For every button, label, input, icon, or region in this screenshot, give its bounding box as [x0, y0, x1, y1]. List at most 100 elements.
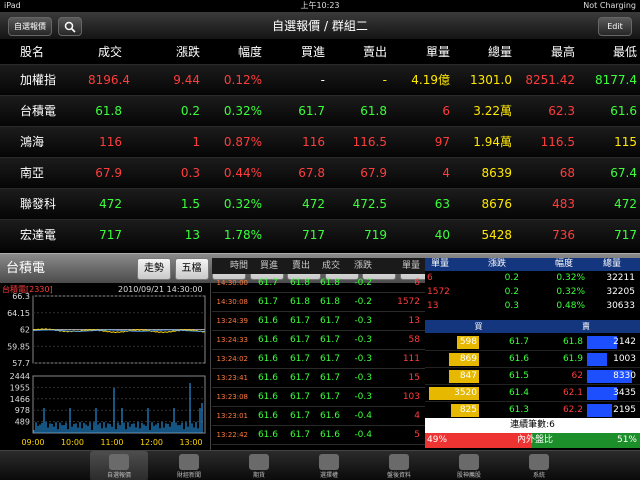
column-header[interactable]: 最高 — [520, 40, 575, 64]
edit-button[interactable]: Edit — [598, 17, 632, 36]
tick-cell: -0.3 — [354, 354, 372, 364]
price-tick-label: 62 — [20, 326, 30, 335]
quote-panel: 單量 漲跌 幅度 總量 6 0.2 0.32% 32211 1572 0.2 0.32% 32205… — [425, 258, 640, 450]
quote-total: 3.22萬 — [473, 104, 512, 118]
tick-cell: 15 — [408, 373, 420, 383]
detail-tab[interactable]: 走勢 — [137, 258, 171, 280]
stock-name: 南亞 — [20, 166, 45, 180]
quote-row[interactable]: 宏達電 717 13 1.78% 717 719 40 5428 736 717 — [0, 219, 640, 250]
qp-cell: 32205 — [606, 287, 635, 297]
tab-tv[interactable]: 財經新聞 — [160, 451, 218, 480]
qp-col-header: 幅度 — [554, 259, 573, 269]
stock-name: 宏達電 — [20, 228, 57, 242]
quote-row[interactable]: 鴻海 116 1 0.87% 116 116.5 97 1.94萬 116.5 115 — [0, 126, 640, 157]
tick-cell: -0.2 — [354, 297, 372, 307]
column-header[interactable]: 漲跌 — [148, 40, 200, 64]
tick-cell: 61.7 — [319, 335, 340, 345]
tab-person[interactable]: 自選報價 — [90, 451, 148, 480]
tick-cell: 61.8 — [319, 278, 340, 288]
tick-col-header: 成交 — [321, 261, 340, 271]
clock: 上午10:23 — [300, 1, 340, 10]
quote-low: 115 — [614, 135, 637, 149]
quote-last: 67.9 — [95, 166, 122, 180]
tick-col-header: 時間 — [229, 261, 248, 271]
tick-cell: 13:23:08 — [216, 393, 248, 401]
tick-cell: 14:30:08 — [216, 298, 248, 306]
tick-row: 13:24:02 61.6 61.7 61.7 -0.3 111 — [212, 350, 425, 369]
order-cell: 62 — [571, 371, 583, 381]
tick-cell: 14:30:00 — [216, 279, 248, 287]
volume-frame — [32, 375, 206, 434]
selected-stock-name: 台積電 — [6, 261, 46, 276]
tick-cell: 61.8 — [289, 297, 310, 307]
quote-row[interactable]: 南亞 67.9 0.3 0.44% 67.8 67.9 4 8639 68 67.4 — [0, 157, 640, 188]
order-cell: 825 — [459, 405, 477, 415]
tv-icon — [179, 454, 199, 470]
tick-cell: 61.6 — [257, 354, 278, 364]
time-tick-label: 11:00 — [100, 438, 123, 447]
tick-cell: 61.7 — [289, 411, 310, 421]
column-header[interactable]: 成交 — [88, 40, 122, 64]
tab-building[interactable]: 盤後資料 — [370, 451, 428, 480]
tick-col-header: 漲跌 — [353, 261, 372, 271]
tick-row: 13:22:42 61.6 61.7 61.6 -0.4 5 — [212, 426, 425, 445]
quote-row[interactable]: 加權指8196.49.440.12%--4.19億1301.0億8251.428… — [0, 64, 640, 118]
tick-row: 13:24:39 61.6 61.7 61.7 -0.3 13 — [212, 312, 425, 331]
tab-label: 財經新聞 — [176, 472, 201, 479]
quote-ask: 61.8 — [360, 104, 387, 118]
quote-last: 61.8 — [95, 104, 122, 118]
quote-bid: - — [320, 73, 325, 87]
quote-row[interactable]: 聯發科 472 1.5 0.32% 472 472.5 63 8676 483 472 — [0, 188, 640, 219]
tab-label: 系統 — [532, 472, 545, 479]
tab-graph[interactable]: 選擇權 — [300, 451, 358, 480]
column-header[interactable]: 最低 — [585, 40, 637, 64]
tick-cell: 61.7 — [289, 316, 310, 326]
tick-col-header: 買進 — [259, 261, 278, 271]
tick-cell: 61.6 — [319, 430, 340, 440]
order-cell: 1003 — [613, 354, 636, 364]
quote-low: 717 — [614, 228, 637, 242]
quote-low: 472 — [614, 197, 637, 211]
tick-cell: 58 — [408, 335, 420, 345]
qp-col-header: 漲跌 — [487, 259, 506, 269]
tab-coins[interactable]: 期貨 — [230, 451, 288, 480]
tick-cell: 61.7 — [289, 354, 310, 364]
qp-cell: 0.48% — [556, 301, 585, 311]
order-cell: 2142 — [613, 337, 636, 347]
quote-bid: 116 — [302, 135, 325, 149]
detail-tab[interactable]: 五檔 — [174, 258, 209, 280]
search-button[interactable] — [58, 17, 82, 36]
graph-icon — [319, 454, 339, 470]
tick-cell: 61.6 — [257, 430, 278, 440]
quote-pct: 0.87% — [223, 135, 262, 149]
quote-row[interactable]: 台積電 61.8 0.2 0.32% 61.7 61.8 6 3.22萬 62.3 61.6 — [0, 95, 640, 126]
quote-change: 9.44 — [173, 73, 200, 87]
price-tick-label: 66.3 — [12, 292, 30, 301]
column-header[interactable]: 股名 — [20, 40, 60, 64]
quote-high: 116.5 — [540, 135, 575, 149]
quote-vol: 97 — [434, 135, 450, 149]
time-tick-label: 09:00 — [21, 438, 44, 447]
order-cell: 62.1 — [562, 388, 583, 398]
volume-tick-label: 1955 — [10, 383, 30, 392]
tick-cell: 61.7 — [319, 316, 340, 326]
tab-label: 盤後資料 — [386, 472, 411, 479]
quote-vol: 4.19億 — [411, 73, 450, 87]
column-header[interactable]: 幅度 — [210, 40, 262, 64]
column-header[interactable]: 單量 — [400, 40, 450, 64]
quote-pct: 0.32% — [223, 104, 262, 118]
tick-cell: 61.7 — [289, 430, 310, 440]
quote-pct: 0.12% — [223, 73, 262, 87]
quote-bid: 472 — [302, 197, 325, 211]
tab-dollar[interactable]: 股神薦股 — [440, 451, 498, 480]
volume-tick-label: 1466 — [10, 395, 30, 404]
column-header[interactable]: 總量 — [460, 40, 512, 64]
watchlist-button[interactable]: 自選報價 — [8, 17, 52, 36]
column-header[interactable]: 賣出 — [330, 40, 387, 64]
tick-cell: -0.2 — [354, 278, 372, 288]
time-tick-label: 13:00 — [179, 438, 202, 447]
order-book-header: 買 賣 — [425, 320, 640, 333]
order-cell: 847 — [459, 371, 477, 381]
tab-label: 期貨 — [252, 472, 265, 479]
tab-gears[interactable]: 系統 — [510, 451, 568, 480]
